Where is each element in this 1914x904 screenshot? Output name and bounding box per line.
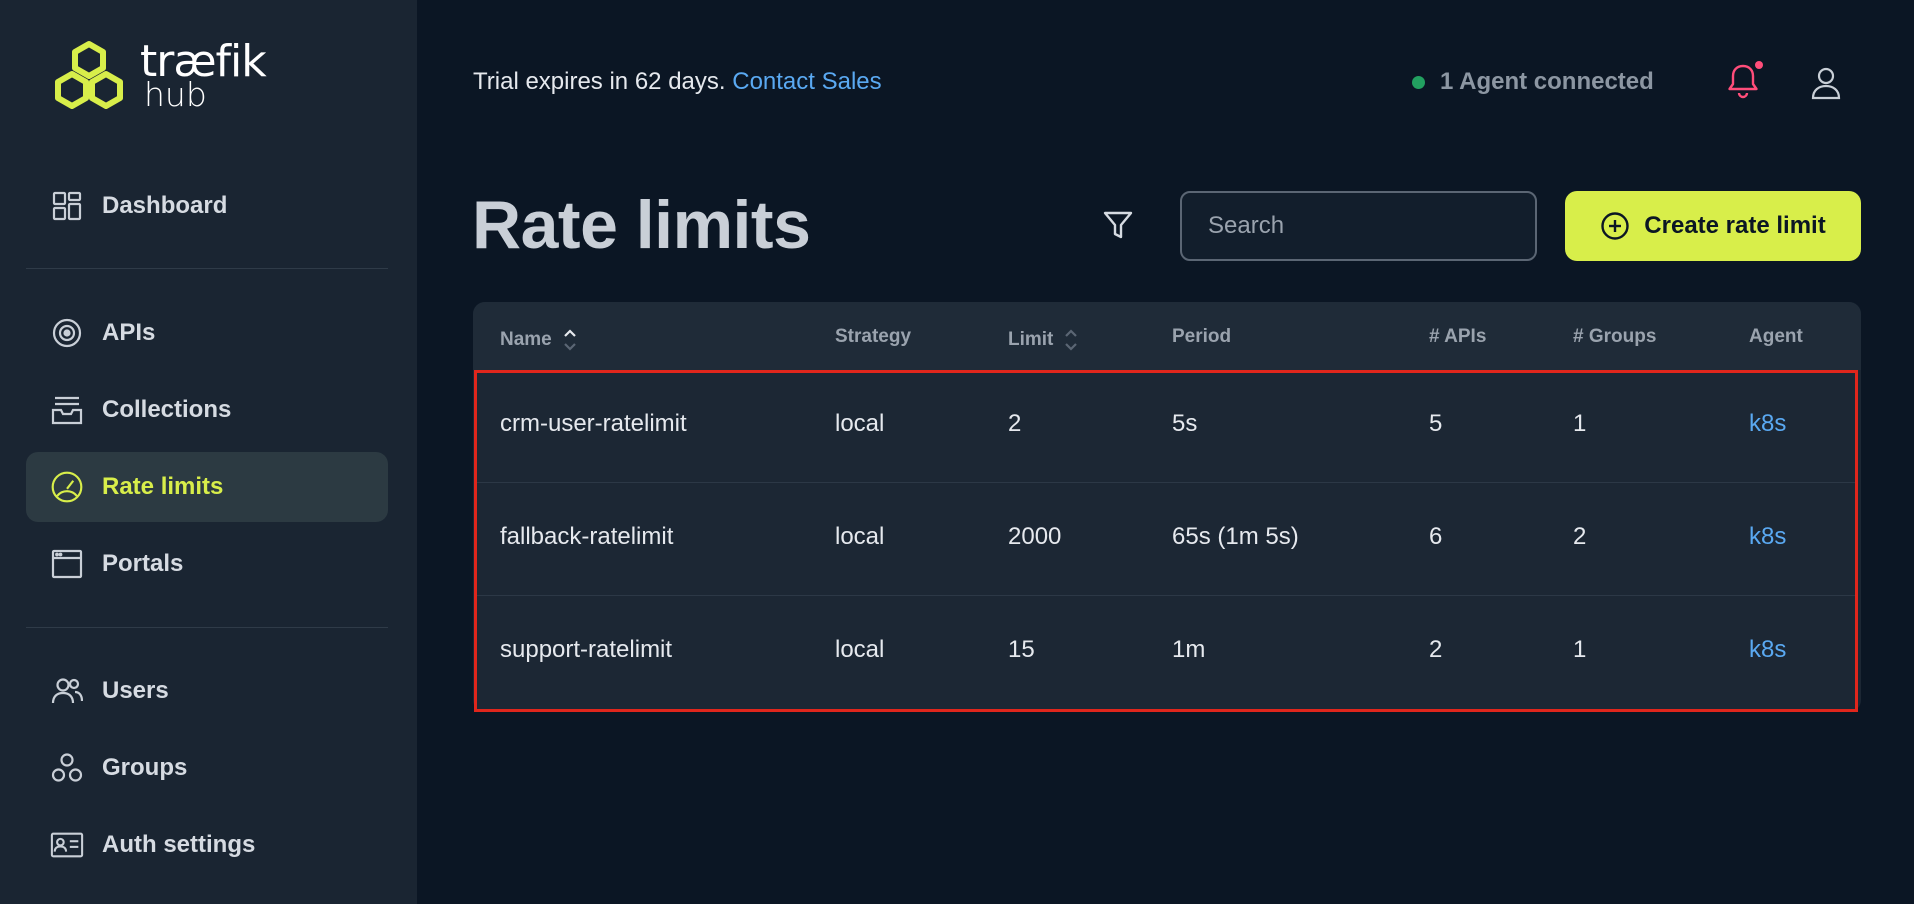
page-title: Rate limits (472, 187, 811, 263)
cell-limit: 2 (1008, 410, 1022, 437)
table-header: Name Strategy Limit Period # APIs # Grou… (473, 302, 1861, 370)
api-target-icon (50, 316, 84, 350)
filter-icon[interactable] (1101, 208, 1135, 242)
sidebar-item-collections[interactable]: Collections (26, 375, 388, 445)
cell-strategy: local (835, 410, 885, 437)
status-dot-icon (1412, 75, 1425, 89)
create-rate-limit-button[interactable]: Create rate limit (1565, 191, 1861, 261)
collections-stack-icon (50, 393, 84, 427)
agent-status: 1 Agent connected (1412, 68, 1654, 96)
user-profile-icon[interactable] (1810, 66, 1842, 100)
cell-period: 1m (1172, 636, 1206, 663)
column-header-limit[interactable]: Limit (1008, 326, 1079, 354)
table-row[interactable]: crm-user-ratelimit local 2 5s 5 1 k8s (473, 370, 1861, 483)
sidebar-item-label: Dashboard (102, 192, 228, 219)
plus-circle-icon (1601, 212, 1629, 240)
sidebar-item-label: Rate limits (102, 473, 224, 500)
traefik-hub-logo[interactable]: træfik hub (50, 40, 267, 116)
column-label: Period (1172, 326, 1232, 347)
table-row[interactable]: fallback-ratelimit local 2000 65s (1m 5s… (473, 483, 1861, 596)
cell-groups: 1 (1573, 636, 1587, 663)
notification-dot-icon (1755, 61, 1763, 69)
sidebar-item-label: Users (102, 677, 169, 704)
sidebar-item-auth-settings[interactable]: Auth settings (26, 810, 388, 880)
search-input[interactable] (1182, 193, 1518, 259)
column-label: # APIs (1429, 326, 1487, 347)
cell-name: support-ratelimit (500, 636, 673, 663)
sidebar-item-dashboard[interactable]: Dashboard (26, 171, 388, 241)
sidebar-item-label: Portals (102, 550, 184, 577)
contact-sales-link[interactable]: Contact Sales (732, 68, 881, 95)
column-label: Name (500, 329, 552, 350)
sidebar-item-label: Groups (102, 754, 188, 781)
dashboard-grid-icon (50, 189, 84, 223)
sidebar-item-label: Auth settings (102, 831, 256, 858)
sidebar-item-label: APIs (102, 319, 156, 346)
sidebar-item-users[interactable]: Users (26, 656, 388, 726)
agent-status-text: 1 Agent connected (1440, 68, 1654, 95)
cell-name: crm-user-ratelimit (500, 410, 687, 437)
agent-link[interactable]: k8s (1749, 636, 1786, 664)
cell-strategy: local (835, 636, 885, 663)
sidebar-item-rate-limits[interactable]: Rate limits (26, 452, 388, 522)
trial-text: Trial expires in 62 days. (473, 68, 726, 95)
column-header-strategy: Strategy (835, 326, 911, 348)
column-header-agent: Agent (1749, 326, 1803, 348)
sidebar-item-portals[interactable]: Portals (26, 529, 388, 599)
bell-icon[interactable] (1726, 62, 1760, 100)
cell-period: 65s (1m 5s) (1172, 523, 1299, 550)
column-label: Strategy (835, 326, 912, 347)
sidebar-item-label: Collections (102, 396, 232, 423)
cell-groups: 1 (1573, 410, 1587, 437)
search-field[interactable] (1180, 191, 1537, 261)
cell-limit: 2000 (1008, 523, 1062, 550)
trial-notice: Trial expires in 62 days. Contact Sales (473, 68, 882, 96)
cell-groups: 2 (1573, 523, 1587, 550)
cell-name: fallback-ratelimit (500, 523, 674, 550)
id-card-icon (50, 828, 84, 862)
hexagon-logo-icon (55, 41, 123, 109)
agent-link[interactable]: k8s (1749, 523, 1786, 551)
sidebar-item-groups[interactable]: Groups (26, 733, 388, 803)
rate-limits-table: Name Strategy Limit Period # APIs # Grou… (473, 302, 1861, 712)
column-label: Limit (1008, 329, 1054, 350)
sidebar-item-apis[interactable]: APIs (26, 298, 388, 368)
column-header-name[interactable]: Name (500, 326, 578, 354)
column-label: Agent (1749, 326, 1803, 347)
create-rate-limit-label: Create rate limit (1644, 212, 1826, 239)
cell-apis: 5 (1429, 410, 1443, 437)
speedometer-icon (50, 470, 84, 504)
column-header-apis: # APIs (1429, 326, 1486, 348)
cell-strategy: local (835, 523, 885, 550)
sidebar: træfik hub Dashboard APIs Collections Ra… (0, 0, 417, 904)
groups-icon (50, 751, 84, 785)
sidebar-divider (26, 268, 388, 269)
cell-period: 5s (1172, 410, 1198, 437)
sort-icon (1065, 329, 1078, 351)
cell-apis: 6 (1429, 523, 1443, 550)
cell-limit: 15 (1008, 636, 1035, 663)
agent-link[interactable]: k8s (1749, 410, 1786, 438)
sidebar-divider (26, 627, 388, 628)
column-header-period: Period (1172, 326, 1231, 348)
cell-apis: 2 (1429, 636, 1443, 663)
users-icon (50, 674, 84, 708)
column-label: # Groups (1573, 326, 1657, 347)
column-header-groups: # Groups (1573, 326, 1656, 348)
sort-ascending-icon (563, 329, 576, 351)
browser-window-icon (50, 547, 84, 581)
table-row[interactable]: support-ratelimit local 15 1m 2 1 k8s (473, 596, 1861, 709)
